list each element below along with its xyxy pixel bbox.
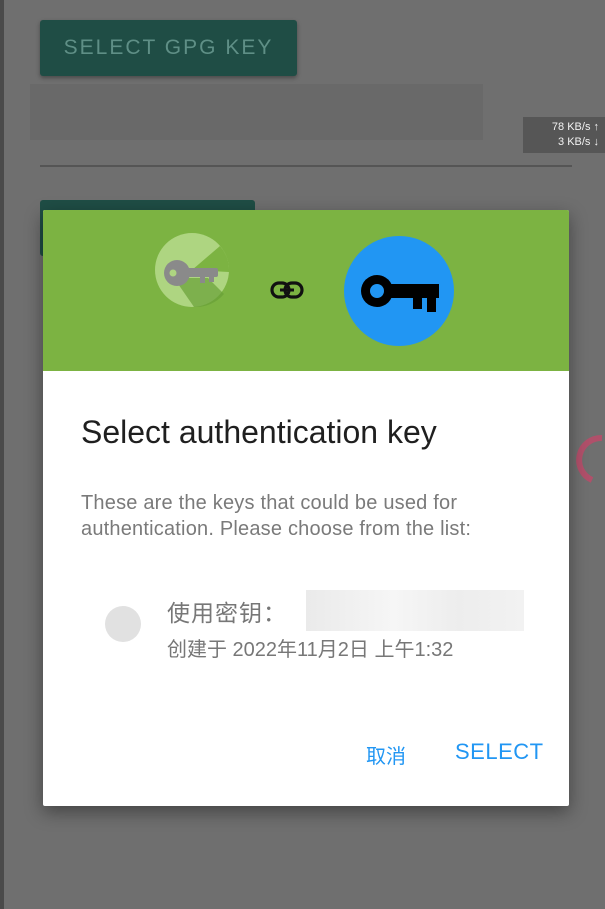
upload-speed: 78 KB/s ↑ xyxy=(551,121,599,133)
loading-ring-icon xyxy=(576,434,603,483)
key-option[interactable]: 使用密钥： 创建于 2022年11月2日 上午1:32 xyxy=(103,590,533,661)
download-speed: 3 KB/s ↓ xyxy=(558,136,599,148)
radio-button[interactable] xyxy=(105,606,141,642)
cancel-button[interactable]: 取消 xyxy=(366,740,406,769)
background-divider xyxy=(40,165,572,167)
select-authentication-key-dialog: Select authentication key These are the … xyxy=(43,210,569,806)
dialog-title: Select authentication key xyxy=(81,414,437,450)
network-speed-indicator: 78 KB/s ↑ 3 KB/s ↓ xyxy=(523,117,605,153)
screen-left-edge xyxy=(0,0,4,909)
dialog-header xyxy=(43,210,569,371)
select-gpg-key-button[interactable]: SELECT GPG KEY xyxy=(40,20,297,76)
key-icon xyxy=(344,236,454,346)
app-key-icon xyxy=(155,233,230,308)
key-created-date: 创建于 2022年11月2日 上午1:32 xyxy=(167,639,454,661)
select-button[interactable]: SELECT xyxy=(455,739,544,765)
dialog-message: These are the keys that could be used fo… xyxy=(81,492,472,540)
background-panel xyxy=(30,84,483,140)
link-icon xyxy=(270,281,304,299)
key-option-label: 使用密钥： xyxy=(167,600,287,626)
redacted-key-name xyxy=(306,590,524,631)
